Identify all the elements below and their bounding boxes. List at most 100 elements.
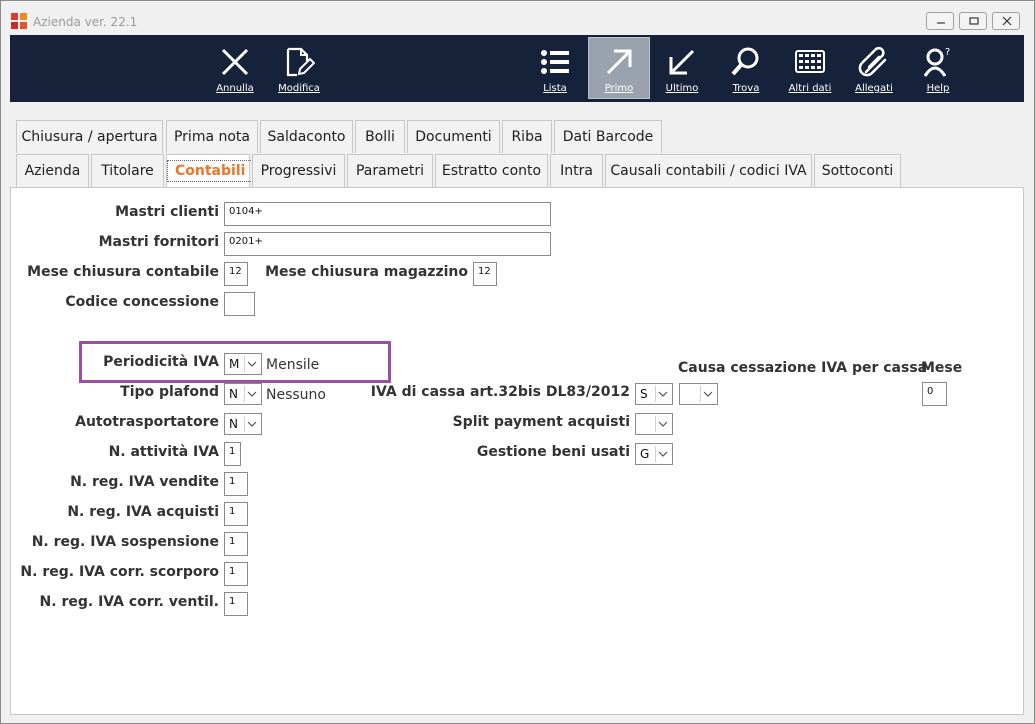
trova-button[interactable]: Trova (715, 37, 777, 99)
causa-cessazione-select[interactable] (679, 383, 718, 405)
tab-riba[interactable]: Riba (502, 120, 552, 153)
chevron-down-icon (655, 446, 670, 462)
allegati-button[interactable]: Allegati (843, 37, 905, 99)
periodicita-iva-value: M (229, 357, 240, 371)
tab-bolli[interactable]: Bolli (355, 120, 405, 153)
minimize-button[interactable] (926, 12, 954, 30)
tab-label: Contabili (167, 160, 254, 182)
tab-label: Causali contabili / codici IVA (610, 163, 807, 179)
tab-label: Documenti (415, 129, 492, 145)
autotrasportatore-label: Autotrasportatore (75, 414, 219, 430)
tab-label: Sottoconti (821, 163, 894, 179)
tipo-plafond-value: N (229, 387, 238, 401)
trova-label: Trova (732, 83, 760, 94)
list-icon (541, 50, 569, 74)
tab-causali-contabili[interactable]: Causali contabili / codici IVA (605, 154, 812, 187)
split-payment-select[interactable] (635, 413, 673, 435)
help-button[interactable]: ? Help (907, 37, 969, 99)
minimize-icon (937, 22, 945, 24)
n-attivita-iva-field[interactable]: 1 (224, 442, 241, 466)
mastri-clienti-field[interactable]: 0104+ (224, 202, 551, 226)
altri-dati-label: Altri dati (788, 83, 832, 94)
chevron-down-icon (655, 416, 670, 432)
chevron-down-icon (700, 386, 715, 402)
periodicita-iva-label: Periodicità IVA (103, 354, 219, 370)
causa-cessazione-label: Causa cessazione IVA per cassa (678, 360, 928, 376)
n-reg-iva-corr-scorporo-label: N. reg. IVA corr. scorporo (20, 564, 219, 580)
split-payment-label: Split payment acquisti (452, 414, 630, 430)
close-button[interactable] (992, 12, 1020, 30)
chevron-down-icon (244, 416, 259, 432)
n-reg-iva-acquisti-field[interactable]: 1 (224, 502, 248, 526)
tab-prima-nota[interactable]: Prima nota (166, 120, 258, 153)
application-window: Azienda ver. 22.1 Annulla Modifica Lista… (0, 0, 1035, 724)
tab-label: Dati Barcode (562, 129, 654, 145)
tab-dati-barcode[interactable]: Dati Barcode (554, 120, 662, 153)
tab-progressivi[interactable]: Progressivi (252, 154, 345, 187)
ultimo-button[interactable]: Ultimo (651, 37, 713, 99)
tab-label: Riba (511, 129, 543, 145)
close-icon (1002, 16, 1012, 26)
codice-concessione-field[interactable] (224, 292, 255, 316)
modifica-button[interactable]: Modifica (268, 37, 330, 99)
tab-estratto-conto[interactable]: Estratto conto (435, 154, 548, 187)
n-reg-iva-sospensione-field[interactable]: 1 (224, 532, 248, 556)
autotrasportatore-select[interactable]: N (224, 413, 262, 435)
iva-di-cassa-value: S (640, 387, 648, 401)
mastri-fornitori-field[interactable]: 0201+ (224, 232, 551, 256)
autotrasportatore-value: N (229, 417, 238, 431)
tipo-plafond-description: Nessuno (266, 387, 326, 403)
search-icon (731, 47, 759, 76)
toolbar: Annulla Modifica Lista Primo Ultimo Trov… (10, 35, 1024, 102)
tab-intra[interactable]: Intra (550, 154, 603, 187)
gestione-beni-usati-select[interactable]: G (635, 443, 673, 465)
modifica-label: Modifica (278, 83, 320, 94)
tab-label: Intra (560, 163, 593, 179)
app-logo-icon (11, 13, 28, 30)
arrow-up-right-icon (606, 49, 632, 75)
mese-field[interactable]: 0 (922, 382, 947, 406)
tab-sottoconti[interactable]: Sottoconti (814, 154, 901, 187)
edit-document-icon (286, 47, 315, 77)
n-reg-iva-vendite-label: N. reg. IVA vendite (70, 474, 219, 490)
primo-label: Primo (604, 83, 634, 94)
help-label: Help (926, 83, 950, 94)
tipo-plafond-label: Tipo plafond (120, 384, 219, 400)
n-reg-iva-sospensione-label: N. reg. IVA sospensione (31, 534, 219, 550)
ultimo-label: Ultimo (665, 83, 699, 94)
lista-button[interactable]: Lista (524, 37, 586, 99)
help-user-icon: ? (923, 47, 950, 77)
paperclip-icon (858, 46, 887, 77)
tab-label: Saldaconto (267, 129, 346, 145)
restore-button[interactable] (959, 12, 987, 30)
n-reg-iva-corr-scorporo-field[interactable]: 1 (224, 562, 248, 586)
mastri-fornitori-label: Mastri fornitori (98, 234, 219, 250)
mese-chiusura-contabile-field[interactable]: 12 (224, 262, 248, 286)
tab-chiusura-apertura[interactable]: Chiusura / apertura (16, 120, 163, 153)
tab-saldaconto[interactable]: Saldaconto (260, 120, 353, 153)
tab-contabili[interactable]: Contabili (166, 154, 254, 188)
codice-concessione-label: Codice concessione (65, 294, 219, 310)
n-reg-iva-corr-ventil-field[interactable]: 1 (224, 592, 248, 616)
tab-label: Prima nota (173, 129, 250, 145)
tab-parametri[interactable]: Parametri (347, 154, 433, 187)
annulla-button[interactable]: Annulla (204, 37, 266, 99)
n-reg-iva-vendite-field[interactable]: 1 (224, 472, 248, 496)
n-reg-iva-acquisti-label: N. reg. IVA acquisti (67, 504, 219, 520)
svg-text:?: ? (945, 47, 950, 58)
tab-documenti[interactable]: Documenti (407, 120, 500, 153)
tab-titolare[interactable]: Titolare (91, 154, 164, 187)
primo-button[interactable]: Primo (588, 37, 650, 99)
arrow-down-left-icon (669, 49, 695, 75)
mese-chiusura-magazzino-field[interactable]: 12 (473, 262, 497, 286)
tab-azienda[interactable]: Azienda (16, 154, 89, 187)
iva-di-cassa-select[interactable]: S (635, 383, 673, 405)
annulla-label: Annulla (216, 83, 254, 94)
n-attivita-iva-label: N. attività IVA (108, 444, 219, 460)
tipo-plafond-select[interactable]: N (224, 383, 262, 405)
periodicita-iva-select[interactable]: M (224, 353, 262, 375)
altri-dati-button[interactable]: Altri dati (779, 37, 841, 99)
close-x-icon (221, 48, 249, 76)
tab-label: Bolli (365, 129, 395, 145)
iva-di-cassa-label: IVA di cassa art.32bis DL83/2012 (370, 384, 630, 400)
